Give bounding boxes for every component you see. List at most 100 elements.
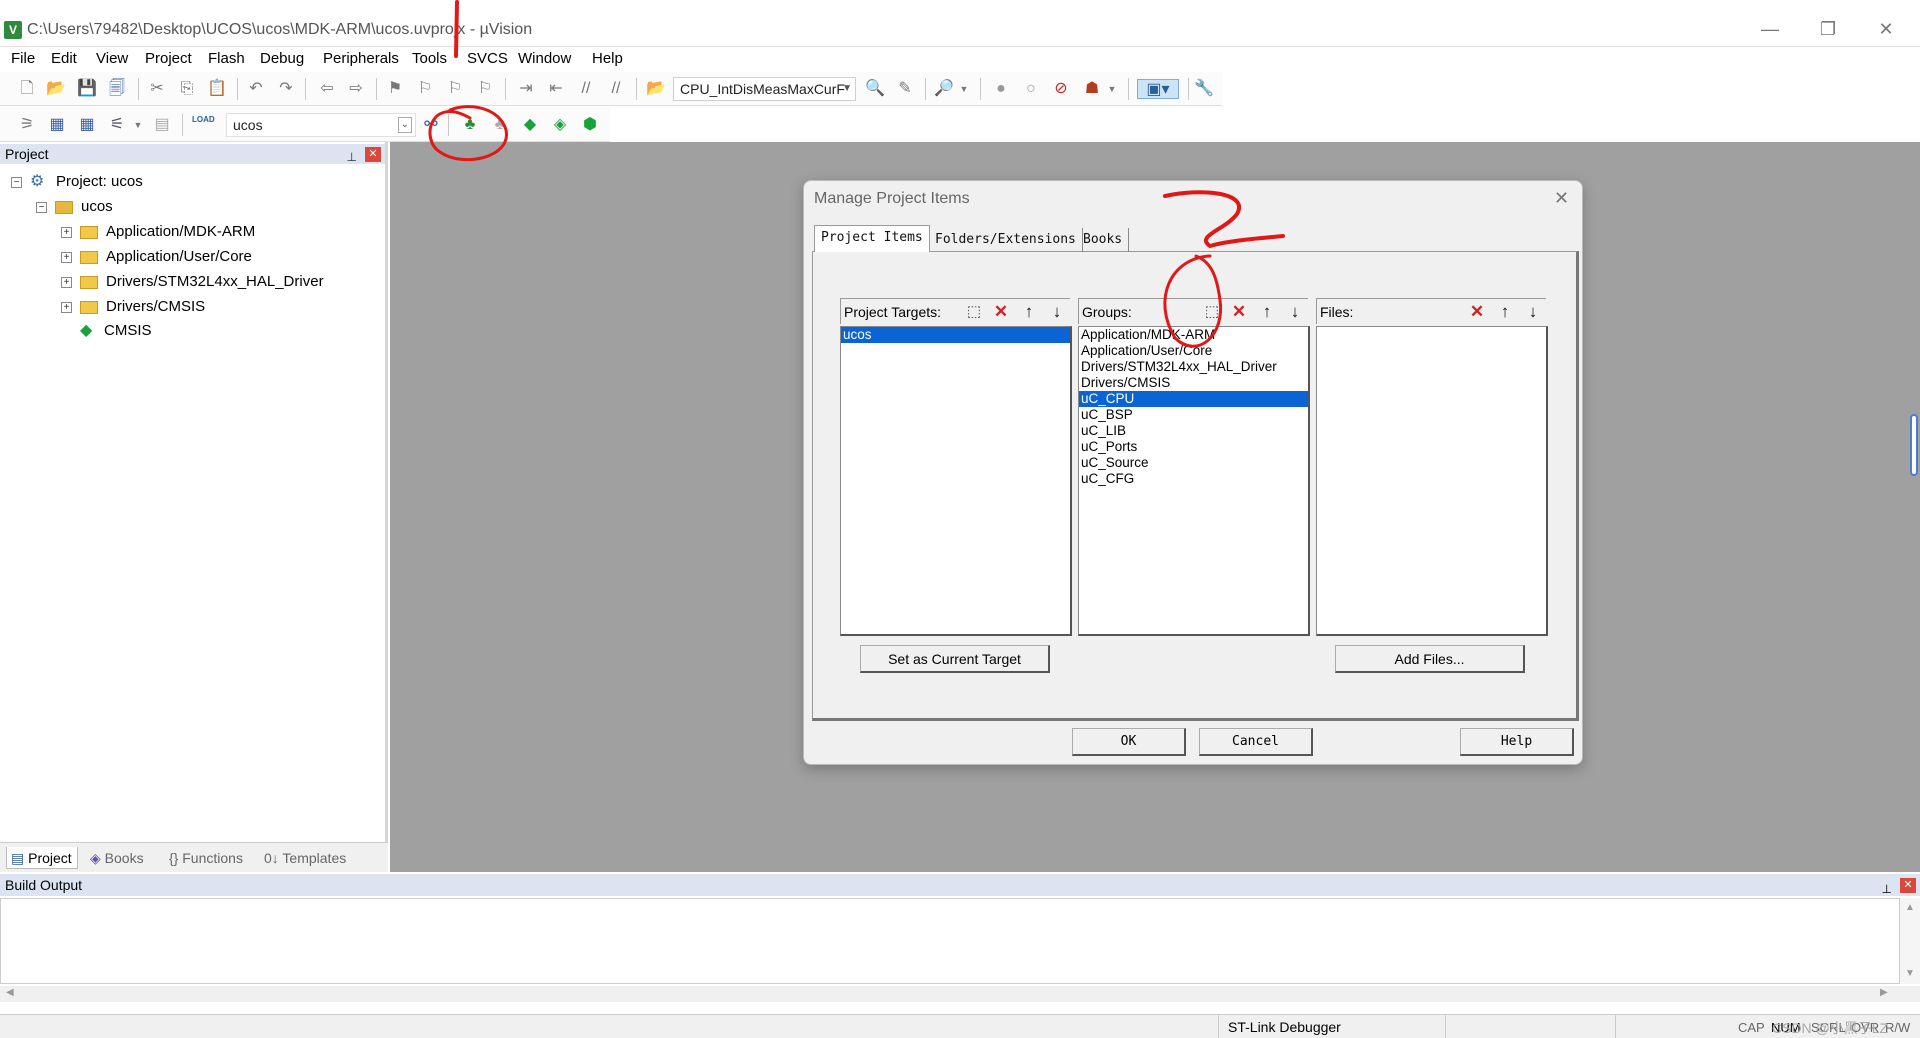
tree-target[interactable]: − ucos xyxy=(36,196,113,218)
scroll-handle[interactable] xyxy=(1910,414,1918,476)
tree-group[interactable]: + Application/MDK-ARM xyxy=(61,221,255,243)
window-layout-icon[interactable]: ▣▾ xyxy=(1137,79,1179,99)
tree-group[interactable]: + Application/User/Core xyxy=(61,246,252,268)
menu-file[interactable]: File xyxy=(11,50,35,67)
tab-folders-extensions[interactable]: Folders/Extensions xyxy=(929,228,1083,252)
group-item[interactable]: Drivers/STM32L4xx_HAL_Driver xyxy=(1079,359,1308,375)
ok-button[interactable]: OK xyxy=(1072,728,1186,756)
menu-view[interactable]: View xyxy=(96,50,128,67)
comment-icon[interactable]: // xyxy=(576,79,596,99)
debug-session-icon[interactable]: 🔎 xyxy=(934,79,954,99)
close-button[interactable]: ✕ xyxy=(1866,16,1906,42)
delete-target-icon[interactable]: ✕ xyxy=(990,301,1012,323)
move-up-icon[interactable]: ↑ xyxy=(1494,301,1516,323)
help-button[interactable]: Help xyxy=(1460,728,1574,756)
group-item[interactable]: uC_Ports xyxy=(1079,439,1308,455)
close-icon[interactable]: ✕ xyxy=(1900,878,1916,893)
select-packs-icon[interactable]: ◈ xyxy=(550,115,570,135)
new-target-icon[interactable]: ⬚ xyxy=(963,301,985,323)
indent-icon[interactable]: ⇥ xyxy=(516,79,536,99)
rebuild-icon[interactable]: ▦ xyxy=(77,115,97,135)
find-in-files-icon[interactable]: 📂 xyxy=(646,79,666,99)
cut-icon[interactable]: ✂ xyxy=(147,79,167,99)
set-as-current-target-button[interactable]: Set as Current Target xyxy=(860,645,1050,673)
menu-tools[interactable]: Tools xyxy=(412,50,447,67)
options-for-target-icon[interactable]: ⚯ xyxy=(421,115,441,135)
collapse-icon[interactable]: − xyxy=(36,201,47,213)
save-all-icon[interactable]: 🗐 xyxy=(107,79,127,99)
groups-list[interactable]: Application/MDK-ARM Application/User/Cor… xyxy=(1078,326,1310,636)
cancel-button[interactable]: Cancel xyxy=(1199,728,1313,756)
prev-bookmark-icon[interactable]: ⚐ xyxy=(415,79,435,99)
clear-bookmarks-icon[interactable]: ⚐ xyxy=(475,79,495,99)
tree-group[interactable]: + Drivers/CMSIS xyxy=(61,296,205,318)
move-down-icon[interactable]: ↓ xyxy=(1046,301,1068,323)
menu-edit[interactable]: Edit xyxy=(51,50,77,67)
function-combo[interactable]: CPU_IntDisMeasMaxCurF ▼ xyxy=(673,77,856,101)
group-item[interactable]: Application/MDK-ARM xyxy=(1079,327,1308,343)
tree-group[interactable]: + Drivers/STM32L4xx_HAL_Driver xyxy=(61,271,324,293)
group-item[interactable]: uC_Source xyxy=(1079,455,1308,471)
pin-icon[interactable]: ⊥ xyxy=(347,147,357,167)
wrench-icon[interactable]: 🔧 xyxy=(1194,79,1214,99)
tab-books[interactable]: Books xyxy=(1077,228,1130,252)
horizontal-scrollbar[interactable]: ◀ ▶ xyxy=(0,986,1920,1002)
paste-icon[interactable]: 📋 xyxy=(207,79,227,99)
target-combo[interactable]: ucos ⌄ xyxy=(226,113,416,137)
group-item[interactable]: uC_BSP xyxy=(1079,407,1308,423)
next-bookmark-icon[interactable]: ⚐ xyxy=(445,79,465,99)
menu-debug[interactable]: Debug xyxy=(260,50,304,67)
vertical-scrollbar[interactable]: ▲ ▼ xyxy=(1900,898,1920,984)
menu-svcs[interactable]: SVCS xyxy=(467,50,508,67)
maximize-button[interactable]: ❐ xyxy=(1808,16,1848,42)
menu-window[interactable]: Window xyxy=(518,50,571,67)
uncomment-icon[interactable]: // xyxy=(606,79,626,99)
group-item[interactable]: uC_CFG xyxy=(1079,471,1308,487)
nav-forward-icon[interactable]: ⇨ xyxy=(346,79,366,99)
pack-installer-icon[interactable]: ⬢ xyxy=(580,115,600,135)
scroll-up-icon[interactable]: ▲ xyxy=(1905,902,1915,913)
redo-icon[interactable]: ↷ xyxy=(276,79,296,99)
group-item[interactable]: Application/User/Core xyxy=(1079,343,1308,359)
close-icon[interactable]: ✕ xyxy=(365,147,381,162)
tree-root[interactable]: − ⚙ Project: ucos xyxy=(11,171,143,193)
stop-build-icon[interactable]: ▤ xyxy=(152,115,172,135)
download-icon[interactable]: LOAD xyxy=(192,115,215,135)
disable-breakpoint-icon[interactable]: ○ xyxy=(1021,79,1041,99)
chevron-down-icon[interactable]: ▼ xyxy=(1102,79,1122,99)
targets-list[interactable]: ucos xyxy=(840,326,1072,636)
manage-rte-icon[interactable]: ◆ xyxy=(520,115,540,135)
new-group-icon[interactable]: ⬚ xyxy=(1201,301,1223,323)
menu-peripherals[interactable]: Peripherals xyxy=(323,50,399,67)
undo-icon[interactable]: ↶ xyxy=(246,79,266,99)
expand-icon[interactable]: + xyxy=(61,226,72,238)
unindent-icon[interactable]: ⇤ xyxy=(546,79,566,99)
batch-build-icon[interactable]: ⚟ xyxy=(107,115,127,135)
add-files-button[interactable]: Add Files... xyxy=(1335,645,1525,673)
delete-file-icon[interactable]: ✕ xyxy=(1466,301,1488,323)
collapse-icon[interactable]: − xyxy=(11,176,22,188)
translate-icon[interactable]: ⚞ xyxy=(17,115,37,135)
chevron-down-icon[interactable]: ▼ xyxy=(128,115,148,135)
expand-icon[interactable]: + xyxy=(61,251,72,263)
chevron-down-icon[interactable]: ▼ xyxy=(954,79,974,99)
build-output-text[interactable] xyxy=(0,898,1900,984)
menu-project[interactable]: Project xyxy=(145,50,192,67)
new-file-icon[interactable]: 🗋 xyxy=(17,79,37,99)
manage-project-items-icon[interactable]: ♣ xyxy=(460,115,480,135)
group-item[interactable]: Drivers/CMSIS xyxy=(1079,375,1308,391)
open-file-icon[interactable]: 📂 xyxy=(46,79,66,99)
files-list[interactable] xyxy=(1316,326,1548,636)
expand-icon[interactable]: + xyxy=(61,301,72,313)
move-up-icon[interactable]: ↑ xyxy=(1256,301,1278,323)
tab-functions[interactable]: {} Functions xyxy=(165,847,243,869)
nav-back-icon[interactable]: ⇦ xyxy=(317,79,337,99)
tab-project[interactable]: ▤ Project xyxy=(6,847,78,869)
copy-icon[interactable]: ⎘ xyxy=(177,79,197,99)
tab-project-items[interactable]: Project Items xyxy=(814,225,930,252)
build-icon[interactable]: ▦ xyxy=(47,115,67,135)
delete-group-icon[interactable]: ✕ xyxy=(1228,301,1250,323)
configure-icon[interactable]: ☗ xyxy=(1082,79,1102,99)
scroll-left-icon[interactable]: ◀ xyxy=(6,987,14,998)
kill-breakpoints-icon[interactable]: ⊘ xyxy=(1051,79,1071,99)
